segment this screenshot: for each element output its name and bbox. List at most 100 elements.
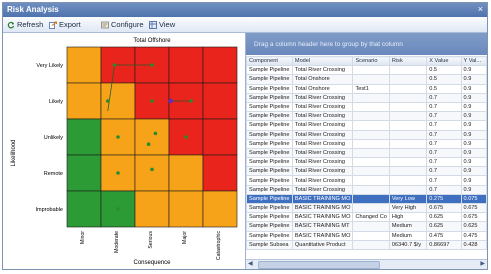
column-header[interactable]: Component (246, 55, 293, 67)
matrix-cell-3-0[interactable] (66, 154, 102, 192)
table-row[interactable]: Sample Pipeline Total River Crossing 0.7 0.… (246, 184, 487, 195)
table-cell: 0.9 (460, 101, 487, 113)
table-cell: BASIC TRAINING MT (291, 221, 354, 232)
table-row[interactable]: Sample Pipeline Total River Crossing 0.7 0.… (246, 120, 487, 131)
matrix-cell-0-3[interactable] (168, 46, 204, 84)
table-row[interactable]: Sample Pipeline Total River Crossing 0.7 0.… (246, 175, 487, 186)
risk-point[interactable] (150, 63, 154, 67)
risk-point[interactable] (116, 135, 120, 139)
matrix-cell-3-3[interactable] (168, 154, 204, 192)
risk-point[interactable] (150, 167, 154, 172)
risk-table: Component Model Scenario Risk X Value Y Val..… (246, 55, 487, 250)
table-row[interactable]: Sample Pipeline Total River Crossing 0.5 0.… (246, 65, 487, 76)
column-header[interactable]: Scenario (352, 55, 390, 67)
table-row[interactable]: Sample Pipeline Total River Crossing 0.7 0.… (246, 166, 487, 177)
selected-risk-point[interactable] (168, 98, 173, 104)
table-row[interactable]: Sample Pipeline Total River Crossing 0.7 0.… (246, 101, 487, 113)
table-cell: Sample Pipeline (246, 147, 293, 159)
table-cell: Very High (388, 202, 428, 214)
risk-point[interactable] (189, 99, 193, 103)
risk-point[interactable] (184, 135, 188, 139)
table-row[interactable]: Sample Pipeline BASIC TRAINING MO Changed … (246, 212, 487, 223)
table-row[interactable]: Sample Pipeline Total River Crossing 0.7 0.… (246, 147, 487, 159)
table-cell: 0.7 (426, 166, 462, 177)
x-axis-label: Consequence (133, 260, 171, 266)
table-cell (388, 92, 428, 103)
table-row[interactable]: Sample Pipeline Total River Crossing 0.7 0.… (246, 111, 487, 122)
table-cell: Test1 (352, 83, 390, 94)
table-row[interactable]: Sample Pipeline Total Onshore Test1 0.5 0.9 (246, 83, 487, 94)
matrix-cell-3-2[interactable] (134, 154, 170, 192)
horizontal-scrollbar[interactable]: ◀ ▶ (246, 259, 487, 269)
risk-point[interactable] (116, 171, 120, 175)
table-cell: Total River Crossing (291, 101, 354, 113)
column-label: Major (182, 231, 188, 244)
close-icon[interactable]: × (478, 4, 483, 14)
table-cell: 0.7 (426, 175, 462, 186)
matrix-cell-4-3[interactable] (168, 190, 204, 228)
table-cell: 0.625 (460, 221, 487, 232)
table-cell: Sample Pipeline (246, 74, 293, 85)
risk-point[interactable] (112, 63, 117, 67)
group-by-area[interactable]: Drag a column header here to group by th… (246, 33, 487, 55)
column-header[interactable]: Model (291, 55, 354, 67)
refresh-button[interactable]: Refresh (7, 19, 43, 30)
column-header[interactable]: Risk (388, 55, 428, 67)
table-cell: Sample Pipeline (246, 193, 293, 205)
scroll-left-icon[interactable]: ◀ (248, 260, 253, 267)
table-cell: 0.9 (460, 184, 487, 195)
table-cell: Quantitative Product (291, 239, 354, 250)
table-cell: 0.475 (426, 230, 462, 241)
scroll-right-icon[interactable]: ▶ (480, 260, 485, 267)
column-header[interactable]: Y Val... (460, 55, 487, 67)
table-row[interactable]: Sample Pipeline BASIC TRAINING MO Medium 0.… (246, 230, 487, 241)
table-cell (388, 120, 428, 131)
matrix-cell-2-0[interactable] (66, 118, 102, 156)
table-cell: 0.428 (460, 239, 487, 250)
table-cell (388, 138, 428, 149)
matrix-cell-1-4[interactable] (202, 82, 238, 120)
configure-label: Configure (111, 20, 144, 29)
table-cell: Total River Crossing (291, 92, 354, 103)
table-cell: Sample Pipeline (246, 83, 293, 94)
column-header[interactable]: X Value (426, 55, 462, 67)
view-button[interactable]: View (149, 19, 175, 30)
risk-point[interactable] (106, 99, 110, 103)
table-row[interactable]: Sample Pipeline Total River Crossing 0.7 0.… (246, 92, 487, 103)
table-row[interactable]: Sample Pipeline Total River Crossing 0.7 0.… (246, 157, 487, 168)
table-cell: 0.9 (460, 74, 487, 85)
risk-point[interactable] (153, 131, 158, 136)
risk-point[interactable] (150, 99, 154, 103)
table-cell: 0.7 (426, 184, 462, 195)
window-title: Risk Analysis (7, 5, 59, 14)
table-row[interactable]: Sample Subsea Quantitative Product 06340.7… (246, 239, 487, 250)
table-row[interactable]: Sample Pipeline Total River Crossing 0.7 0.… (246, 138, 487, 149)
export-button[interactable]: Export (49, 19, 81, 30)
matrix-cell-4-0[interactable] (66, 190, 102, 228)
configure-button[interactable]: Configure (101, 19, 144, 30)
table-cell (388, 65, 428, 76)
table-cell (388, 101, 428, 113)
matrix-cell-1-0[interactable] (66, 82, 102, 120)
matrix-cell-4-2[interactable] (134, 190, 170, 228)
table-cell (352, 92, 390, 103)
matrix-cell-2-4[interactable] (202, 118, 238, 156)
matrix-cell-0-0[interactable] (66, 46, 102, 84)
table-row[interactable]: Sample Pipeline Total Onshore 0.5 0.9 (246, 74, 487, 85)
matrix-cell-2-2[interactable] (134, 118, 170, 156)
matrix-cell-4-4[interactable] (202, 190, 238, 228)
table-row[interactable]: Sample Pipeline BASIC TRAINING MT Medium 0.… (246, 221, 487, 232)
table-row[interactable]: Sample Pipeline Total River Crossing 0.7 0.… (246, 129, 487, 140)
matrix-cell-0-4[interactable] (202, 46, 238, 84)
matrix-cell-3-4[interactable] (202, 154, 238, 192)
table-row[interactable]: Sample Pipeline BASIC TRAINING MO Very Low… (246, 193, 487, 205)
table-cell: Sample Pipeline (246, 175, 293, 186)
table-row[interactable]: Sample Pipeline BASIC TRAINING MO Very Hig… (246, 202, 487, 214)
table-cell: Total Onshore (291, 83, 354, 94)
export-icon (49, 21, 57, 29)
scrollbar-thumb[interactable] (258, 261, 380, 269)
table-cell: 0.075 (460, 193, 487, 205)
risk-point[interactable] (146, 142, 151, 146)
risk-point[interactable] (116, 207, 120, 211)
table-cell: Sample Pipeline (246, 92, 293, 103)
